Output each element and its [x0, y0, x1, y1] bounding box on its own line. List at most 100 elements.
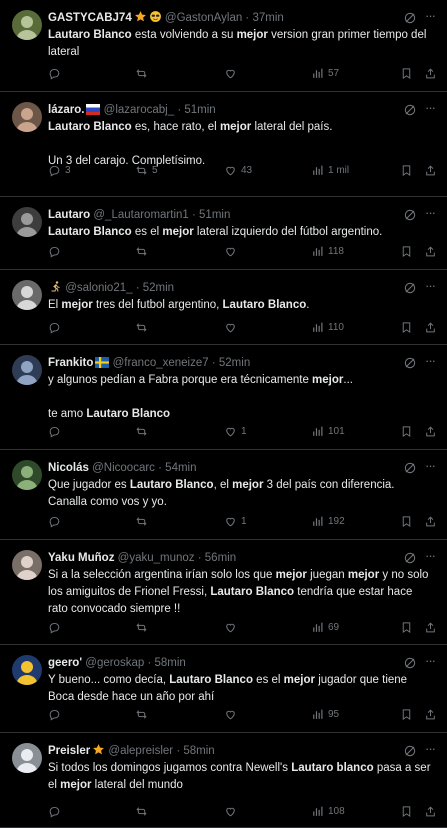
handle[interactable]: @Nicoocarc [92, 462, 155, 474]
more-options-icon[interactable]: ··· [423, 549, 437, 565]
handle[interactable]: @yaku_munoz [118, 552, 195, 564]
tweet[interactable]: Lautaro @_Lautaromartin1 · 51min ··· Lauta… [0, 197, 447, 270]
share-button[interactable] [424, 619, 437, 635]
grok-icon[interactable] [403, 551, 417, 565]
views-button[interactable]: 69 [311, 619, 339, 635]
tweet[interactable]: @salonio21_ · 52min ··· El mejor tres del … [0, 270, 447, 345]
bookmark-button[interactable] [400, 65, 413, 81]
views-button[interactable]: 1 mil [311, 162, 349, 178]
more-options-icon[interactable]: ··· [423, 206, 437, 222]
views-button[interactable]: 95 [311, 706, 339, 722]
tweet[interactable]: Nicolás @Nicoocarc · 54min ··· Que jugador… [0, 450, 447, 540]
retweet-button[interactable] [135, 619, 152, 635]
reply-button[interactable] [48, 243, 65, 259]
avatar[interactable] [12, 355, 42, 385]
views-button[interactable]: 110 [311, 319, 344, 335]
display-name[interactable]: Preisler [48, 745, 90, 757]
more-options-icon[interactable]: ··· [423, 459, 437, 475]
tweet[interactable]: Yaku Muñoz @yaku_munoz · 56min ··· Si a la… [0, 540, 447, 645]
like-button[interactable] [224, 706, 241, 722]
views-button[interactable]: 118 [311, 243, 344, 259]
share-button[interactable] [424, 706, 437, 722]
share-button[interactable] [424, 162, 437, 178]
reply-button[interactable] [48, 423, 65, 439]
grok-icon[interactable] [403, 656, 417, 670]
share-button[interactable] [424, 513, 437, 529]
views-button[interactable]: 108 [311, 803, 345, 819]
share-button[interactable] [424, 423, 437, 439]
display-name[interactable]: Lautaro [48, 209, 90, 221]
tweet[interactable]: geero' @geroskap · 58min ··· Y bueno... co… [0, 645, 447, 733]
bookmark-button[interactable] [400, 243, 413, 259]
retweet-button[interactable]: 5 [135, 162, 158, 178]
views-button[interactable]: 101 [311, 423, 345, 439]
like-button[interactable] [224, 319, 241, 335]
display-name[interactable]: Nicolás [48, 462, 89, 474]
like-button[interactable]: 1 [224, 513, 247, 529]
bookmark-button[interactable] [400, 319, 413, 335]
avatar[interactable] [12, 102, 42, 132]
reply-button[interactable]: 3 [48, 162, 71, 178]
more-options-icon[interactable]: ··· [423, 9, 437, 25]
more-options-icon[interactable]: ··· [423, 742, 437, 758]
retweet-button[interactable] [135, 513, 152, 529]
retweet-button[interactable] [135, 706, 152, 722]
grok-icon[interactable] [403, 103, 417, 117]
like-button[interactable] [224, 243, 241, 259]
more-options-icon[interactable]: ··· [423, 279, 437, 295]
timestamp[interactable]: 52min [219, 357, 250, 369]
avatar[interactable] [12, 550, 42, 580]
timestamp[interactable]: 37min [252, 12, 283, 24]
tweet[interactable]: Frankito @franco_xeneize7 · 52min ··· y al… [0, 345, 447, 450]
timestamp[interactable]: 52min [143, 282, 174, 294]
tweet[interactable]: GASTYCABJ74 @GastonAylan · 37min ··· Lauta… [0, 0, 447, 92]
reply-button[interactable] [48, 513, 65, 529]
display-name[interactable]: Frankito [48, 357, 93, 369]
avatar[interactable] [12, 10, 42, 40]
handle[interactable]: @alepreisler [108, 745, 173, 757]
reply-button[interactable] [48, 803, 65, 819]
views-button[interactable]: 57 [311, 65, 339, 81]
tweet[interactable]: Preisler @alepreisler · 58min ··· Si todos… [0, 733, 447, 828]
like-button[interactable] [224, 803, 241, 819]
handle[interactable]: @franco_xeneize7 [113, 357, 209, 369]
views-button[interactable]: 192 [311, 513, 345, 529]
handle[interactable]: @_Lautaromartin1 [93, 209, 188, 221]
avatar[interactable] [12, 655, 42, 685]
share-button[interactable] [424, 65, 437, 81]
timestamp[interactable]: 54min [165, 462, 196, 474]
bookmark-button[interactable] [400, 706, 413, 722]
more-options-icon[interactable]: ··· [423, 354, 437, 370]
timestamp[interactable]: 51min [199, 209, 230, 221]
handle[interactable]: @geroskap [85, 657, 144, 669]
retweet-button[interactable] [135, 803, 152, 819]
like-button[interactable] [224, 619, 241, 635]
timestamp[interactable]: 58min [183, 745, 214, 757]
grok-icon[interactable] [403, 744, 417, 758]
reply-button[interactable] [48, 706, 65, 722]
grok-icon[interactable] [403, 11, 417, 25]
timestamp[interactable]: 51min [184, 104, 215, 116]
grok-icon[interactable] [403, 356, 417, 370]
grok-icon[interactable] [403, 281, 417, 295]
more-options-icon[interactable]: ··· [423, 101, 437, 117]
retweet-button[interactable] [135, 65, 152, 81]
share-button[interactable] [424, 319, 437, 335]
retweet-button[interactable] [135, 243, 152, 259]
handle[interactable]: @GastonAylan [165, 12, 242, 24]
timestamp[interactable]: 56min [205, 552, 236, 564]
bookmark-button[interactable] [400, 423, 413, 439]
like-button[interactable] [224, 65, 241, 81]
bookmark-button[interactable] [400, 513, 413, 529]
avatar[interactable] [12, 743, 42, 773]
retweet-button[interactable] [135, 319, 152, 335]
display-name[interactable]: lázaro. [48, 104, 84, 116]
bookmark-button[interactable] [400, 619, 413, 635]
grok-icon[interactable] [403, 208, 417, 222]
reply-button[interactable] [48, 65, 65, 81]
reply-button[interactable] [48, 619, 65, 635]
handle[interactable]: @salonio21_ [65, 282, 132, 294]
handle[interactable]: @lazarocabj_ [104, 104, 175, 116]
retweet-button[interactable] [135, 423, 152, 439]
like-button[interactable]: 1 [224, 423, 247, 439]
